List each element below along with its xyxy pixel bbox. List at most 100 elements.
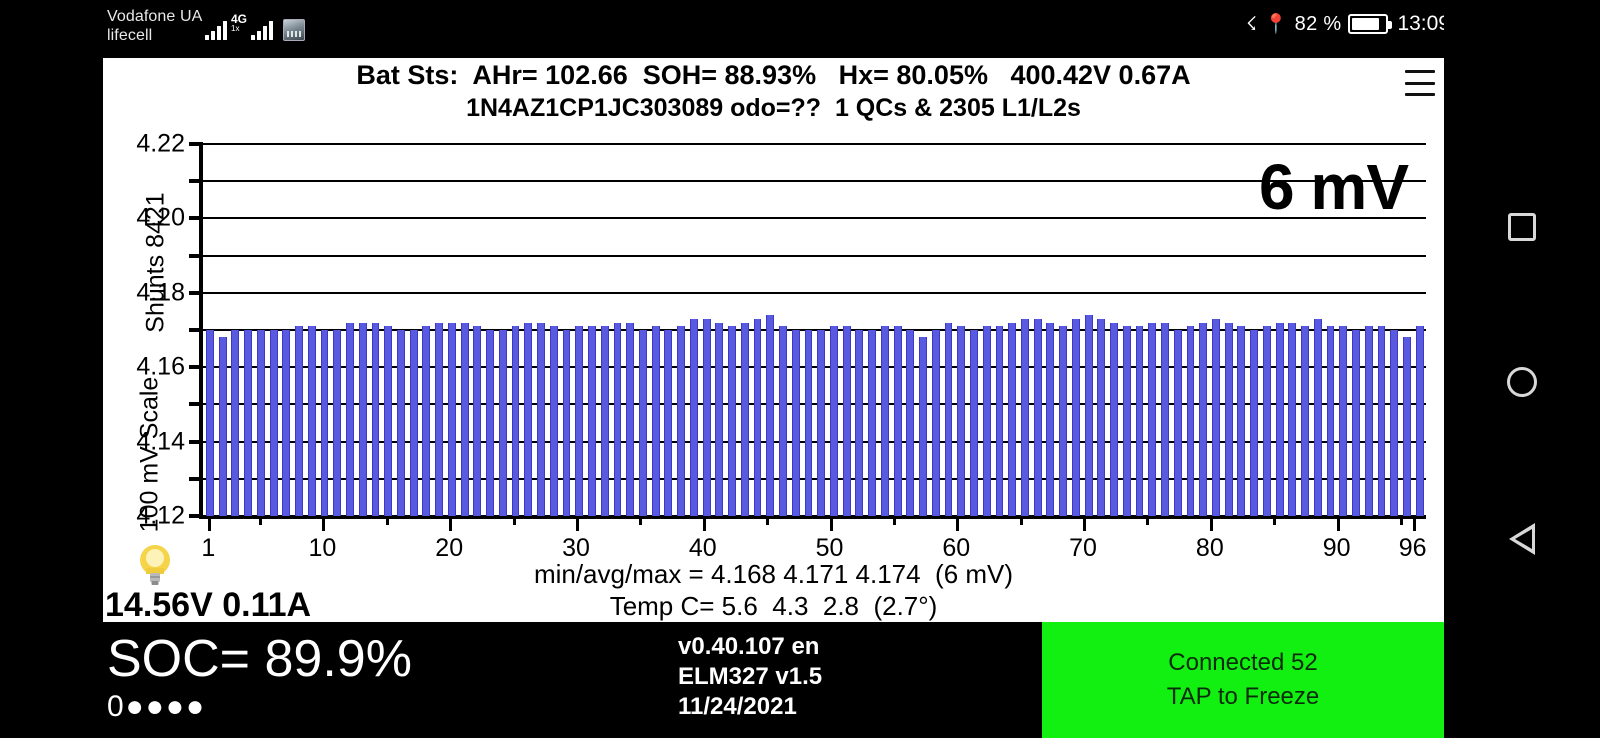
x-axis-minor-tick bbox=[1146, 516, 1150, 525]
connection-status-button[interactable]: Connected 52 TAP to Freeze bbox=[1042, 622, 1444, 738]
cell-voltage-bar bbox=[626, 322, 635, 516]
cell-voltage-bar bbox=[1122, 326, 1131, 516]
android-status-bar: Vodafone UA lifecell 4G 1x ☇ 📍 82 % 13:0… bbox=[0, 0, 1600, 52]
cell-voltage-bar bbox=[1021, 318, 1029, 516]
minavgmax-line: min/avg/max = 4.168 4.171 4.174 (6 mV) bbox=[533, 559, 1014, 589]
cell-voltage-bar-chart[interactable]: 4.22 4.20 4.18 4.16 4.14 4.12 6 mV bbox=[136, 130, 1426, 530]
status-bar-right: ☇ 📍 82 % 13:09 bbox=[1246, 12, 1450, 36]
android-navigation-bar bbox=[1444, 0, 1600, 738]
hamburger-menu-icon[interactable] bbox=[1405, 70, 1435, 96]
x-axis-tick bbox=[449, 516, 453, 531]
cell-voltage-bar bbox=[346, 322, 354, 516]
signal-indicators: 4G 1x bbox=[205, 12, 306, 41]
cell-voltage-bar bbox=[842, 326, 851, 516]
cell-voltage-bar bbox=[1224, 322, 1233, 516]
x-axis-minor-tick bbox=[639, 516, 643, 525]
cell-voltage-bar bbox=[1326, 326, 1335, 516]
x-axis-tick bbox=[1209, 516, 1213, 531]
adapter-version: ELM327 v1.5 bbox=[678, 663, 823, 690]
cell-voltage-bar bbox=[740, 322, 749, 516]
y-axis-tick bbox=[189, 179, 203, 184]
phone-screen: Vodafone UA lifecell 4G 1x ☇ 📍 82 % 13:0… bbox=[0, 0, 1600, 738]
x-axis-tick bbox=[1083, 516, 1087, 531]
cell-voltage-bar bbox=[817, 330, 826, 516]
cell-voltage-bar bbox=[562, 330, 571, 516]
cell-voltage-bar bbox=[893, 326, 902, 516]
cell-voltage-bar bbox=[804, 330, 813, 516]
cell-voltage-bar bbox=[715, 322, 724, 516]
cell-voltage-bar bbox=[728, 326, 736, 516]
cell-voltage-bar bbox=[1262, 326, 1271, 516]
cell-voltage-bar bbox=[435, 322, 444, 516]
x-axis-tick bbox=[1412, 516, 1416, 531]
cell-voltage-bar bbox=[1364, 326, 1373, 516]
sd-card-icon bbox=[283, 19, 306, 41]
cell-voltage-bar bbox=[422, 326, 431, 516]
y-axis-tick bbox=[189, 476, 203, 481]
cell-voltage-bar bbox=[447, 322, 456, 516]
cell-voltage-bar bbox=[779, 326, 787, 516]
y-axis-tick bbox=[189, 365, 203, 370]
network-type-label: 4G 1x bbox=[231, 12, 248, 33]
y-axis-tick bbox=[189, 142, 203, 146]
cell-voltage-bar bbox=[460, 322, 469, 516]
delta-badge: 6 mV bbox=[1259, 151, 1409, 223]
app-version: v0.40.107 en bbox=[678, 633, 820, 660]
cell-voltage-bar bbox=[931, 330, 940, 516]
location-pin-icon: 📍 bbox=[1263, 13, 1288, 35]
soc-bars-indicator: 0●●●● bbox=[107, 690, 207, 723]
y-axis-tick bbox=[189, 216, 203, 221]
y-axis-tick bbox=[189, 402, 203, 407]
y-axis-tick-label: 4.18 bbox=[136, 278, 185, 307]
cell-voltage-bar bbox=[1110, 322, 1118, 516]
y-axis-tick bbox=[189, 290, 203, 295]
cell-voltage-bar bbox=[1084, 315, 1093, 516]
triangle-back-icon[interactable] bbox=[1509, 523, 1535, 555]
y-axis-tick-label: 4.16 bbox=[136, 352, 185, 381]
cell-voltage-bar bbox=[1071, 318, 1080, 516]
cell-voltage-bar bbox=[855, 330, 864, 516]
cell-voltage-bar bbox=[473, 326, 482, 516]
cell-voltage-bar bbox=[689, 318, 698, 516]
cell-voltage-bar bbox=[371, 322, 380, 516]
cell-voltage-bar bbox=[1415, 326, 1424, 516]
cell-voltage-bar bbox=[498, 330, 507, 516]
cell-voltage-bar bbox=[766, 315, 775, 516]
cell-voltage-bar bbox=[1173, 330, 1182, 516]
cell-voltage-bar bbox=[1352, 330, 1360, 516]
signal-strength-icon-sim1 bbox=[205, 20, 227, 40]
cell-voltage-bar bbox=[1301, 326, 1310, 516]
carrier-line-1: Vodafone UA bbox=[107, 8, 203, 25]
cell-voltage-bar bbox=[1059, 326, 1068, 516]
cell-voltage-bar bbox=[1186, 326, 1195, 516]
battery-percent-label: 82 % bbox=[1294, 12, 1342, 35]
cell-voltage-bar bbox=[588, 326, 596, 516]
cell-voltage-bar bbox=[1288, 322, 1297, 516]
chart-statistics: min/avg/max = 4.168 4.171 4.174 (6 mV) T… bbox=[103, 558, 1444, 622]
cell-voltage-bar bbox=[651, 326, 660, 516]
cell-voltage-bar bbox=[1377, 326, 1386, 516]
square-recents-icon[interactable] bbox=[1508, 213, 1536, 241]
soc-readout: SOC= 89.9% bbox=[107, 630, 412, 688]
cell-voltage-bar bbox=[1313, 318, 1322, 516]
cell-voltage-bar bbox=[1339, 326, 1348, 516]
cell-voltage-bar bbox=[702, 318, 711, 516]
cell-voltage-bar bbox=[282, 330, 291, 516]
build-date: 11/24/2021 bbox=[678, 693, 797, 720]
cell-voltage-bar bbox=[1275, 322, 1284, 516]
x-axis-line bbox=[199, 516, 1426, 519]
cell-voltage-bar bbox=[957, 326, 966, 516]
battery-status-line-1: Bat Sts: AHr= 102.66 SOH= 88.93% Hx= 80.… bbox=[356, 60, 1191, 90]
x-axis-tick bbox=[322, 516, 326, 531]
cell-voltage-bar bbox=[537, 322, 545, 516]
cell-voltage-bar bbox=[1199, 322, 1208, 516]
cell-voltage-bar bbox=[1008, 322, 1017, 516]
cell-voltage-bar bbox=[295, 326, 303, 516]
app-footer: SOC= 89.9% 0●●●● v0.40.107 en ELM327 v1.… bbox=[103, 622, 1444, 738]
cell-voltage-bar bbox=[218, 337, 227, 516]
cell-voltage-bar bbox=[486, 330, 495, 516]
y-axis-tick-label: 4.14 bbox=[136, 427, 185, 456]
cell-voltage-bar bbox=[880, 326, 889, 516]
cell-voltage-bar bbox=[1237, 326, 1246, 516]
circle-home-icon[interactable] bbox=[1507, 367, 1537, 397]
